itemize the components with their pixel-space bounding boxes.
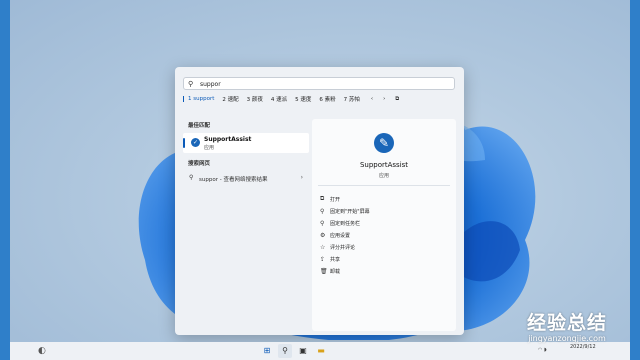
- task-view-icon[interactable]: ▣: [296, 344, 310, 358]
- action-label: 固定到任务栏: [330, 220, 361, 227]
- action-label: 打开: [330, 196, 341, 203]
- chevron-right-icon[interactable]: ›: [380, 96, 388, 102]
- ime-candidate[interactable]: 2 速配: [218, 95, 242, 103]
- action-label: 卸载: [330, 268, 341, 275]
- detail-app-name: SupportAssist: [359, 161, 409, 169]
- taskbar: ◐ ⊞ ⚲ ▣ ▬ ◠ ◗ 2022/9/12: [10, 342, 630, 360]
- ime-candidate[interactable]: 4 速派: [267, 95, 291, 103]
- widgets-icon[interactable]: ◐: [38, 346, 46, 356]
- start-search-panel: ⚲ suppor 1 support 2 速配 3 颜夜 4 速派 5 速度 6…: [175, 67, 464, 335]
- web-search-text: suppor - 查看网络搜索结果: [199, 177, 268, 183]
- detail-app-type: 应用: [378, 173, 389, 179]
- web-search-result[interactable]: ⚲ suppor - 查看网络搜索结果 ›: [183, 171, 309, 185]
- app-detail-pane: ✎ SupportAssist 应用 ⧉ 打开 ⚲ 固定到"开始"屏幕 ⚲ 固定…: [312, 119, 456, 331]
- start-icon[interactable]: ⊞: [260, 344, 274, 358]
- selection-indicator: [183, 138, 185, 148]
- ime-candidate[interactable]: 7 苏帕: [340, 95, 364, 103]
- wrench-icon: ✓: [191, 138, 200, 147]
- pin-taskbar-icon: ⚲: [320, 219, 325, 227]
- action-label: 应用设置: [330, 232, 351, 239]
- action-label: 共享: [330, 256, 341, 263]
- divider: [318, 185, 450, 186]
- explorer-icon[interactable]: ▬: [314, 344, 328, 358]
- chevron-left-icon[interactable]: ‹: [368, 96, 376, 102]
- action-label: 评分并评论: [330, 244, 356, 251]
- trash-icon: 🗑: [320, 267, 328, 275]
- clock[interactable]: 2022/9/12: [570, 344, 596, 351]
- best-match-item[interactable]: ✓ SupportAssist 应用: [183, 133, 309, 153]
- action-open[interactable]: ⧉ 打开: [320, 193, 370, 205]
- web-search-heading: 搜索网页: [188, 161, 211, 167]
- open-icon: ⧉: [320, 195, 325, 202]
- action-share[interactable]: ⇪ 共享: [320, 253, 370, 265]
- search-icon: ⚲: [188, 80, 194, 88]
- expand-icon[interactable]: ⧉: [392, 96, 402, 103]
- ime-candidate[interactable]: 6 素粉: [315, 95, 339, 103]
- best-match-heading: 最佳匹配: [188, 123, 211, 129]
- ime-candidate-bar: 1 support 2 速配 3 颜夜 4 速派 5 速度 6 素粉 7 苏帕 …: [183, 93, 455, 105]
- ime-candidate[interactable]: 1 support: [183, 96, 218, 102]
- wrench-icon: ✎: [374, 133, 394, 153]
- action-uninstall[interactable]: 🗑 卸载: [320, 265, 370, 277]
- action-label: 固定到"开始"屏幕: [330, 208, 370, 215]
- chevron-right-icon[interactable]: ›: [301, 174, 303, 181]
- date-text: 2022/9/12: [570, 344, 596, 350]
- ime-candidate[interactable]: 3 颜夜: [243, 95, 267, 103]
- settings-icon: ⚙: [320, 231, 326, 239]
- watermark-sub: jingyanzongjie.com: [528, 334, 606, 343]
- search-icon: ⚲: [189, 174, 194, 181]
- action-pin-start[interactable]: ⚲ 固定到"开始"屏幕: [320, 205, 370, 217]
- action-app-settings[interactable]: ⚙ 应用设置: [320, 229, 370, 241]
- search-query: suppor: [200, 81, 221, 88]
- action-list: ⧉ 打开 ⚲ 固定到"开始"屏幕 ⚲ 固定到任务栏 ⚙ 应用设置 ☆ 评分并评论…: [320, 193, 370, 277]
- action-rate[interactable]: ☆ 评分并评论: [320, 241, 370, 253]
- search-input[interactable]: ⚲ suppor: [183, 77, 455, 90]
- ime-candidate[interactable]: 5 速度: [291, 95, 315, 103]
- pin-start-icon: ⚲: [320, 207, 325, 215]
- rate-icon: ☆: [320, 243, 326, 251]
- search-icon[interactable]: ⚲: [278, 344, 292, 358]
- watermark-main: 经验总结: [526, 312, 607, 334]
- taskbar-apps: ⊞ ⚲ ▣ ▬: [258, 344, 330, 358]
- share-icon: ⇪: [320, 255, 326, 263]
- wifi-icon[interactable]: ◠ ◗: [538, 347, 547, 353]
- action-pin-taskbar[interactable]: ⚲ 固定到任务栏: [320, 217, 370, 229]
- best-match-name: SupportAssist: [204, 136, 252, 143]
- results-list: 最佳匹配 ✓ SupportAssist 应用 搜索网页 ⚲ suppor - …: [183, 115, 309, 335]
- best-match-type: 应用: [204, 145, 215, 151]
- watermark: 经验总结 jingyanzongjie.com: [508, 312, 626, 343]
